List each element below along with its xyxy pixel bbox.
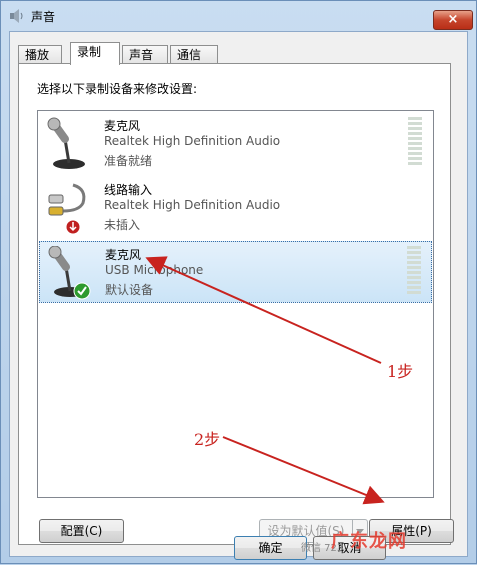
tab-recording[interactable]: 录制: [70, 42, 120, 65]
arrow-step2: [222, 436, 385, 505]
sound-dialog: 声音 × 播放 录制 声音 通信 选择以下录制设备来修改设置: 麦克风 Real…: [0, 0, 477, 564]
step1-label: 1步: [387, 362, 414, 381]
annotation-arrows: [145, 256, 385, 505]
watermark-logo-text: 广东龙网: [331, 531, 407, 552]
arrow-step1: [145, 256, 382, 364]
step2-label: 2步: [194, 430, 221, 449]
